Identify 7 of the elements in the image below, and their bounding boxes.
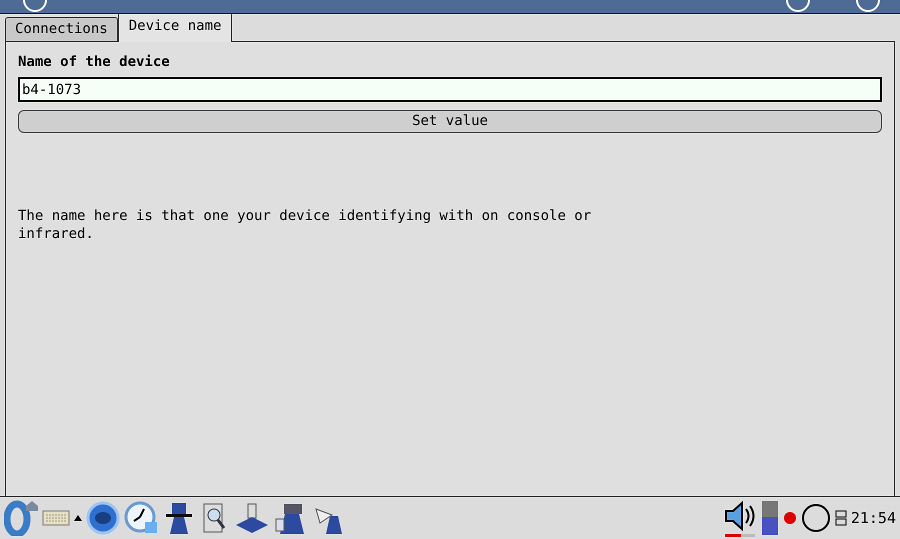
input-field[interactable]: b4-1073 xyxy=(18,77,882,102)
description-text: The name here is that one your device identifying with on console or infrared. xyxy=(18,207,592,243)
field-label: Name of the device xyxy=(18,53,171,72)
tab[interactable]: Connections xyxy=(5,17,118,41)
clock-time: 21:54 xyxy=(850,508,896,529)
tab[interactable]: Device name xyxy=(118,12,232,42)
set-value-button[interactable]: Set value xyxy=(18,110,882,133)
